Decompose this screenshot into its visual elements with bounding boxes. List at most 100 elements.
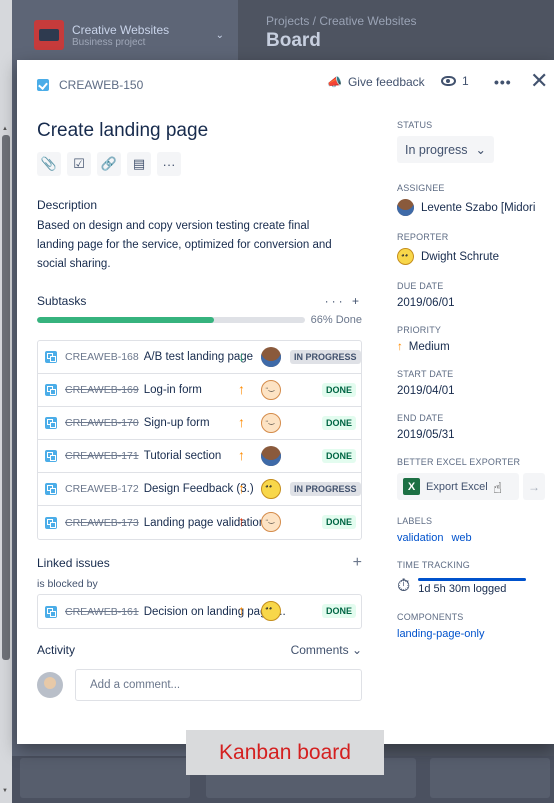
due-date-label: DUE DATE: [397, 281, 444, 291]
attachment-icon[interactable]: 📎: [37, 152, 61, 176]
breadcrumb[interactable]: Projects / Creative Websites: [266, 14, 417, 28]
start-date-label: START DATE: [397, 369, 454, 379]
status-badge[interactable]: DONE: [322, 383, 357, 397]
eye-icon: [441, 76, 456, 86]
board-column: [430, 758, 550, 798]
subtask-row[interactable]: CREAWEB-161 Decision on landing page ... ↑…: [38, 595, 361, 628]
due-date-value[interactable]: 2019/06/01: [397, 297, 547, 309]
give-feedback-button[interactable]: 📣 Give feedback: [327, 75, 425, 89]
components-label: COMPONENTS: [397, 612, 464, 622]
label-tag[interactable]: validation: [397, 532, 443, 544]
subtask-title[interactable]: Landing page validation: [144, 517, 266, 529]
status-dropdown[interactable]: In progress ⌄: [397, 136, 495, 163]
subtask-key[interactable]: CREAWEB-169: [65, 384, 139, 396]
reporter-label: REPORTER: [397, 232, 449, 242]
issue-toolbar: 📎 ☑ 🔗 ▤ ···: [37, 152, 367, 176]
project-switcher[interactable]: Creative Websites Business project ⌄: [34, 20, 224, 50]
subtask-title[interactable]: Log-in form: [144, 384, 202, 396]
subtask-row[interactable]: CREAWEB-173 Landing page validation↑ DONE: [38, 506, 361, 539]
status-badge[interactable]: DONE: [322, 515, 357, 529]
subtask-icon: [45, 605, 57, 618]
assignee-name: Levente Szabo [Midori: [421, 201, 536, 214]
stopwatch-icon: ⏱: [397, 576, 411, 595]
start-date-value[interactable]: 2019/04/01: [397, 385, 547, 397]
add-link-icon[interactable]: +: [353, 554, 362, 572]
export-arrow-button[interactable]: →: [523, 473, 545, 500]
subtask-row[interactable]: CREAWEB-168 A/B test landing page ↓ IN PROG…: [38, 341, 361, 374]
subtask-key[interactable]: CREAWEB-172: [65, 483, 139, 495]
subtask-row[interactable]: CREAWEB-171 Tutorial section ↑ DONE: [38, 440, 361, 473]
assignee-field[interactable]: Levente Szabo [Midori: [397, 199, 547, 216]
status-badge[interactable]: IN PROGRESS: [290, 482, 361, 496]
label-tag[interactable]: web: [451, 532, 471, 544]
time-logged: 1d 5h 30m logged: [418, 582, 507, 595]
export-excel-button[interactable]: X Export Excel ☝: [397, 473, 519, 500]
subtask-key[interactable]: CREAWEB-170: [65, 417, 139, 429]
status-value: In progress: [405, 142, 468, 157]
reporter-field[interactable]: Dwight Schrute: [397, 248, 547, 265]
watch-count: 1: [462, 74, 469, 88]
component-link[interactable]: landing-page-only: [397, 628, 547, 640]
priority-medium-icon: ↑: [238, 602, 245, 618]
status-badge[interactable]: DONE: [322, 449, 357, 463]
subtask-title[interactable]: A/B test landing page: [144, 351, 253, 363]
chevron-down-icon: ⌄: [475, 143, 487, 157]
priority-medium-icon: ↑: [238, 480, 245, 496]
comments-filter-dropdown[interactable]: Comments ⌄: [291, 643, 362, 657]
close-icon[interactable]: ✕: [530, 70, 548, 92]
scroll-down-arrow-icon[interactable]: ▼: [2, 788, 8, 794]
subtasks-label: Subtasks: [37, 294, 87, 308]
labels-label: LABELS: [397, 516, 433, 526]
avatar: [261, 446, 281, 466]
subtask-title[interactable]: Sign-up form: [144, 417, 210, 429]
subtask-actions[interactable]: ··· +: [325, 294, 362, 308]
exporter-label: BETTER EXCEL EXPORTER: [397, 457, 521, 467]
more-icon[interactable]: ···: [157, 152, 181, 176]
scroll-up-arrow-icon[interactable]: ▲: [2, 126, 8, 132]
more-actions-icon[interactable]: •••: [494, 74, 512, 90]
end-date-label: END DATE: [397, 413, 444, 423]
status-badge[interactable]: DONE: [322, 604, 357, 618]
subtask-icon: [45, 384, 57, 396]
description-text[interactable]: Based on design and copy version testing…: [37, 217, 347, 274]
issue-main-column: Create landing page 📎 ☑ 🔗 ▤ ··· Descript…: [37, 115, 367, 701]
end-date-value[interactable]: 2019/05/31: [397, 429, 547, 441]
issue-key-link[interactable]: CREAWEB-150: [59, 78, 143, 92]
subtask-icon: [45, 483, 57, 495]
time-tracking-label: TIME TRACKING: [397, 560, 470, 570]
status-badge[interactable]: DONE: [322, 416, 357, 430]
comment-input[interactable]: Add a comment...: [75, 669, 362, 701]
board-column: [20, 758, 190, 798]
caption-overlay: Kanban board: [186, 730, 384, 775]
subtask-key[interactable]: CREAWEB-171: [65, 450, 139, 462]
priority-medium-icon: ↑: [238, 414, 245, 430]
task-type-icon[interactable]: [37, 79, 49, 91]
priority-medium-icon: ↑: [238, 447, 245, 463]
subtask-key[interactable]: CREAWEB-173: [65, 517, 139, 529]
watch-button[interactable]: 1: [441, 74, 469, 88]
subtask-title[interactable]: Tutorial section: [144, 450, 222, 462]
page-scrollbar[interactable]: ▲ ▼: [0, 0, 12, 803]
priority-field[interactable]: ↑ Medium: [397, 341, 547, 353]
hand-cursor-icon: ☝: [493, 480, 503, 497]
link-icon[interactable]: 🔗: [97, 152, 121, 176]
chevron-down-icon[interactable]: ⌄: [216, 30, 224, 41]
page-icon[interactable]: ▤: [127, 152, 151, 176]
time-tracking-field[interactable]: ⏱ 1d 5h 30m logged: [397, 576, 547, 596]
scrollbar-thumb[interactable]: [2, 135, 10, 660]
priority-medium-icon: ↑: [238, 381, 245, 397]
time-tracking-bar: [418, 577, 527, 581]
avatar: [37, 672, 63, 698]
subtask-row[interactable]: CREAWEB-172Design Feedback (3.)↑IN PROGR…: [38, 473, 361, 506]
subtask-key[interactable]: CREAWEB-168: [65, 351, 139, 363]
avatar: [397, 199, 414, 216]
status-badge[interactable]: IN PROGRESS: [290, 350, 361, 364]
checklist-icon[interactable]: ☑: [67, 152, 91, 176]
subtask-icon: [45, 417, 57, 429]
megaphone-icon: 📣: [327, 75, 342, 89]
issue-summary[interactable]: Create landing page: [37, 120, 367, 142]
subtask-row[interactable]: CREAWEB-170 Sign-up form ↑ DONE: [38, 407, 361, 440]
subtask-key[interactable]: CREAWEB-161: [65, 606, 139, 618]
project-name: Creative Websites: [72, 22, 170, 37]
subtask-row[interactable]: CREAWEB-169 Log-in form ↑ DONE: [38, 374, 361, 407]
